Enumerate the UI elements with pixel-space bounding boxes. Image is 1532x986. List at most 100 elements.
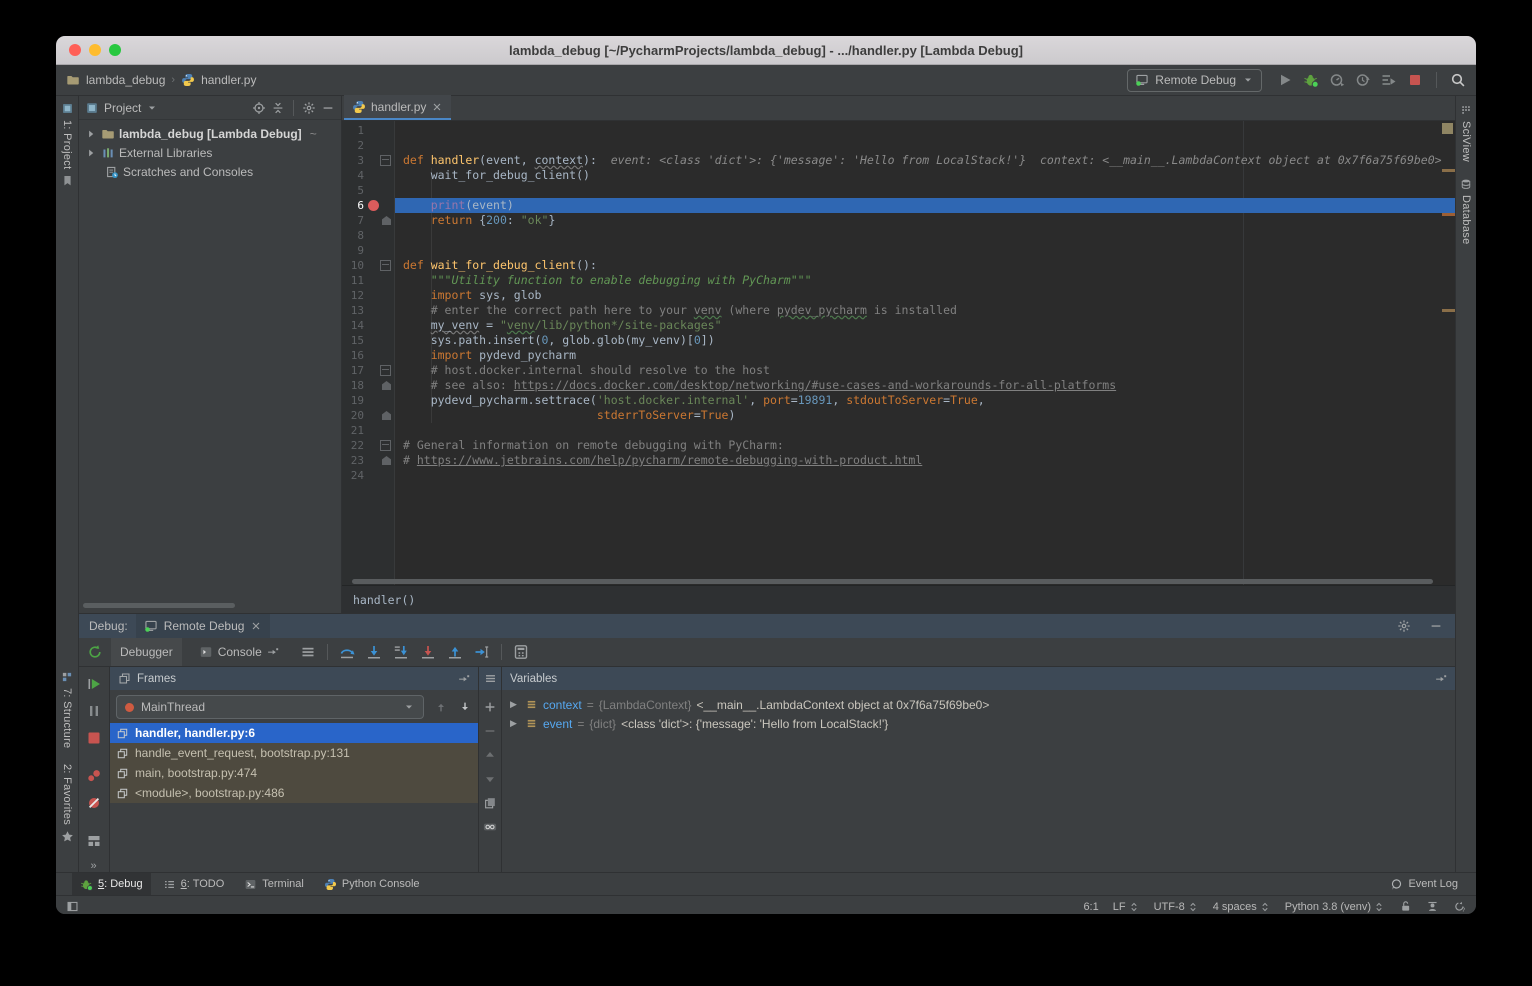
fold-end-marker[interactable] (382, 456, 391, 465)
more-actions-button[interactable]: » (90, 860, 97, 872)
remove-watch-button[interactable] (483, 724, 497, 738)
layout-settings-icon[interactable] (300, 644, 316, 660)
inspections-profile-icon[interactable] (1426, 900, 1439, 913)
event-log-button[interactable]: Event Log (1390, 878, 1458, 891)
attach-profiler-button[interactable] (1329, 72, 1345, 88)
code-editor[interactable]: 123456789101112131415161718192021222324 … (342, 121, 1455, 585)
gutter-line[interactable]: 3 (342, 153, 394, 168)
update-status-icon[interactable]: ? (1453, 900, 1466, 913)
frame-row[interactable]: main, bootstrap.py:474 (110, 763, 478, 783)
gear-icon[interactable] (1397, 619, 1411, 633)
stripe-tab-structure[interactable]: 7: Structure (56, 671, 78, 748)
hide-panel-icon[interactable] (1429, 619, 1443, 633)
fold-end-marker[interactable] (382, 411, 391, 420)
frame-row[interactable]: handle_event_request, bootstrap.py:131 (110, 743, 478, 763)
step-out-button[interactable] (447, 644, 463, 660)
gutter-line[interactable]: 10 (342, 258, 394, 273)
debug-session-tab[interactable]: Remote Debug (136, 614, 271, 638)
frame-row[interactable]: <module>, bootstrap.py:486 (110, 783, 478, 803)
line-ending-selector[interactable]: LF (1113, 901, 1140, 913)
project-horizontal-scrollbar[interactable] (83, 603, 235, 608)
run-configuration-selector[interactable]: Remote Debug (1127, 69, 1262, 92)
tab-console[interactable]: Console (190, 638, 288, 666)
coverage-button[interactable] (1355, 72, 1371, 88)
interpreter-selector[interactable]: Python 3.8 (venv) (1285, 901, 1385, 913)
editor-horizontal-scrollbar[interactable] (352, 579, 1433, 584)
search-everywhere-button[interactable] (1450, 72, 1466, 88)
gutter-line[interactable]: 8 (342, 228, 394, 243)
force-step-into-button[interactable] (420, 644, 436, 660)
run-button[interactable] (1277, 72, 1293, 88)
tree-item[interactable]: Scratches and Consoles (79, 162, 341, 181)
gutter-line[interactable]: 18 (342, 378, 394, 393)
gutter-line[interactable]: 5 (342, 183, 394, 198)
gutter-line[interactable]: 2 (342, 138, 394, 153)
close-window-button[interactable] (69, 44, 81, 56)
editor-gutter[interactable]: 123456789101112131415161718192021222324 (342, 121, 395, 585)
step-into-button[interactable] (366, 644, 382, 660)
editor-breadcrumbs[interactable]: handler() (342, 585, 1455, 613)
gutter-line[interactable]: 12 (342, 288, 394, 303)
fold-start-marker[interactable] (380, 260, 391, 271)
gutter-line[interactable]: 15 (342, 333, 394, 348)
toolwindow-python-console[interactable]: Python Console (316, 873, 428, 895)
gutter-line[interactable]: 1 (342, 123, 394, 138)
stripe-tab-sciview[interactable]: SciView (1456, 104, 1476, 162)
code-link[interactable]: https://www.jetbrains.com/help/pycharm/r… (417, 453, 922, 467)
step-into-my-code-button[interactable] (393, 644, 409, 660)
collapse-all-icon[interactable] (271, 101, 285, 115)
tree-item[interactable]: External Libraries (79, 143, 341, 162)
next-frame-button[interactable] (458, 700, 472, 714)
resume-button[interactable] (86, 676, 102, 692)
restore-layout-button[interactable] (86, 833, 102, 849)
show-watches-button[interactable] (483, 820, 497, 834)
gutter-line[interactable]: 19 (342, 393, 394, 408)
frame-row[interactable]: handler, handler.py:6 (110, 723, 478, 743)
encoding-selector[interactable]: UTF-8 (1154, 901, 1199, 913)
run-to-cursor-button[interactable] (474, 644, 490, 660)
mute-breakpoints-button[interactable] (86, 795, 102, 811)
breakpoint-dot[interactable] (368, 200, 379, 211)
project-header-label[interactable]: Project (104, 101, 141, 115)
debug-button[interactable] (1303, 72, 1319, 88)
move-watch-up-button[interactable] (483, 748, 497, 762)
variables-menu-icon[interactable] (484, 672, 497, 685)
expander-icon[interactable]: ▶ (510, 699, 520, 710)
lock-icon[interactable] (1399, 900, 1412, 913)
previous-frame-button[interactable] (434, 700, 448, 714)
rerun-debug-button[interactable] (87, 644, 103, 660)
gutter-line[interactable]: 6 (342, 198, 394, 213)
fold-end-marker[interactable] (382, 216, 391, 225)
gutter-line[interactable]: 23 (342, 453, 394, 468)
pin-icon[interactable] (458, 673, 470, 685)
gutter-line[interactable]: 20 (342, 408, 394, 423)
minimize-window-button[interactable] (89, 44, 101, 56)
gutter-line[interactable]: 17 (342, 363, 394, 378)
toolwindow-terminal[interactable]: Terminal (236, 873, 312, 895)
gutter-line[interactable]: 21 (342, 423, 394, 438)
pin-icon[interactable] (1435, 673, 1447, 685)
variable-row[interactable]: ▶event={dict}<class 'dict'>: {'message':… (502, 714, 1455, 733)
expander-icon[interactable]: ▶ (510, 718, 520, 729)
variable-row[interactable]: ▶context={LambdaContext}<__main__.Lambda… (502, 695, 1455, 714)
toolwindow-toggle-icon[interactable] (66, 900, 79, 913)
step-over-button[interactable] (339, 644, 355, 660)
new-watch-button[interactable] (483, 700, 497, 714)
gutter-line[interactable]: 22 (342, 438, 394, 453)
view-breakpoints-button[interactable] (86, 768, 102, 784)
caret-position[interactable]: 6:1 (1083, 901, 1098, 913)
evaluate-expression-button[interactable] (513, 644, 529, 660)
gutter-line[interactable]: 16 (342, 348, 394, 363)
stop-button[interactable] (1407, 72, 1423, 88)
rerun-failed-tests-button[interactable] (1381, 72, 1397, 88)
duplicate-watch-button[interactable] (483, 796, 497, 810)
breadcrumb-scope[interactable]: handler() (353, 593, 415, 607)
tree-item[interactable]: lambda_debug [Lambda Debug]~ (79, 124, 341, 143)
hide-panel-icon[interactable] (321, 101, 335, 115)
breadcrumb-item[interactable]: lambda_debug (86, 73, 165, 87)
fold-start-marker[interactable] (380, 155, 391, 166)
toolwindow-debug[interactable]: 5: Debug (72, 873, 151, 895)
gutter-line[interactable]: 24 (342, 468, 394, 483)
stop-button[interactable] (86, 730, 102, 746)
indent-selector[interactable]: 4 spaces (1213, 901, 1271, 913)
